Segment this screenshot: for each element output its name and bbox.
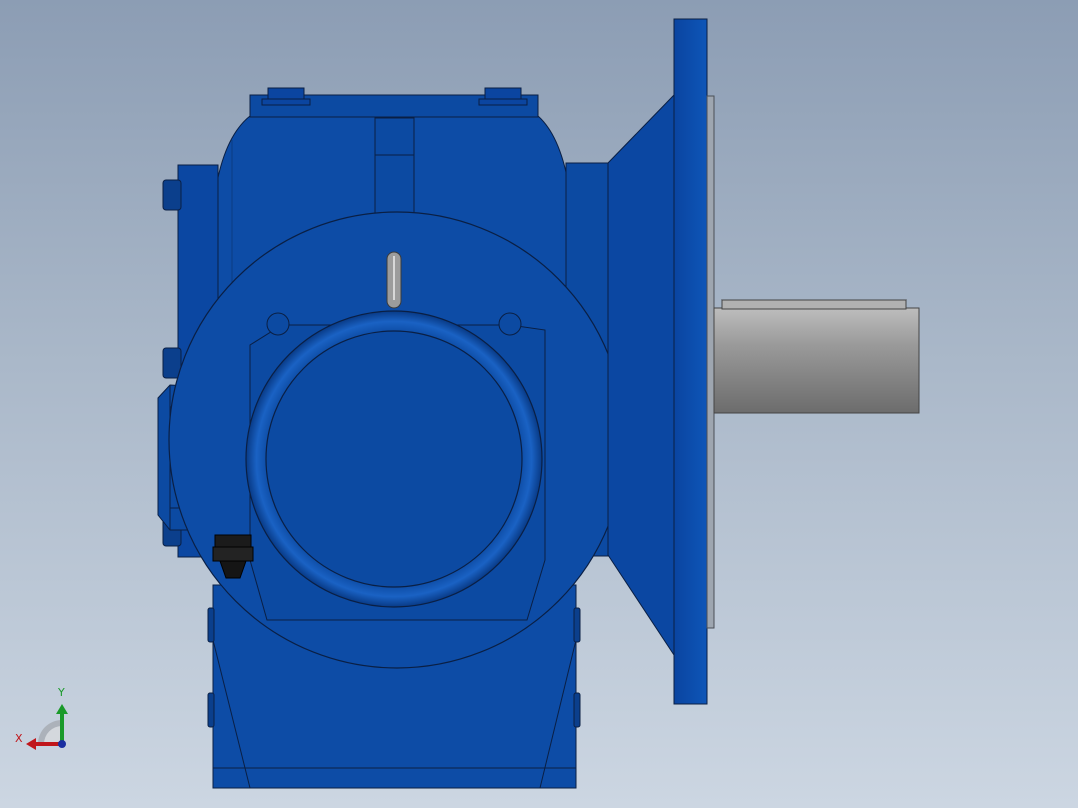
graphics-viewport[interactable]: Y X	[0, 0, 1078, 808]
output-shaft	[713, 299, 920, 414]
motor-end-ring	[245, 310, 543, 608]
axis-label-x: X	[15, 732, 23, 745]
gear-reducer-model[interactable]	[0, 0, 1078, 808]
coordinate-triad-icon	[26, 704, 68, 750]
breather-plug	[386, 251, 402, 309]
axis-label-y: Y	[58, 686, 65, 699]
motor-flange	[607, 18, 715, 705]
